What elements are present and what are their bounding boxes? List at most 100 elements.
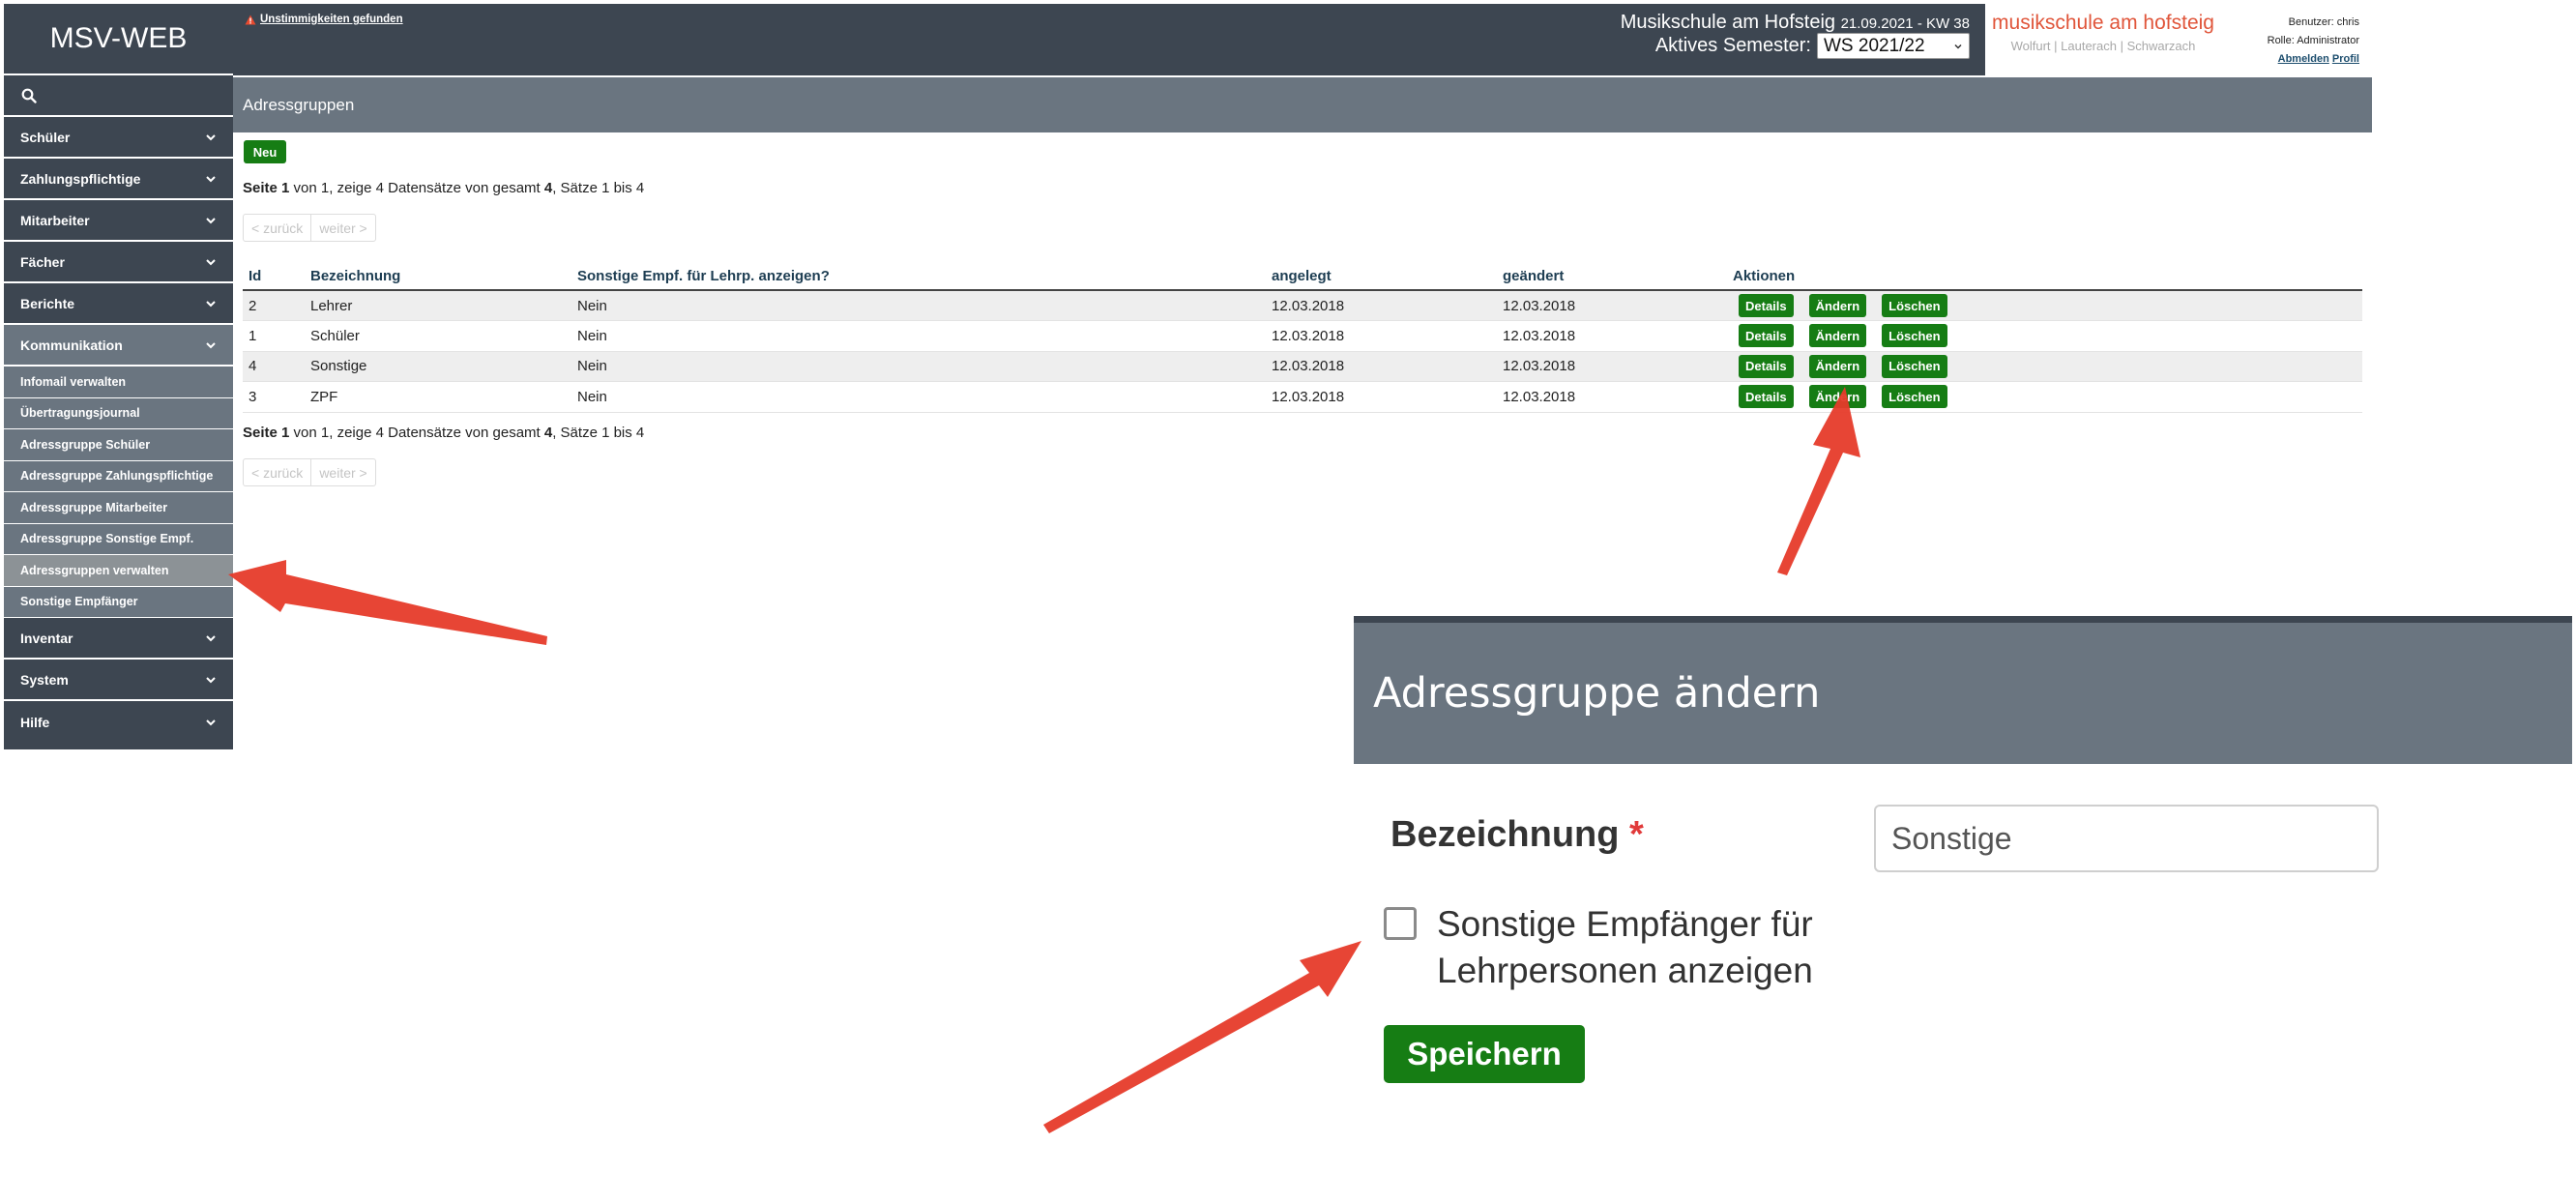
column-header-name[interactable]: Bezeichnung <box>305 263 571 291</box>
user-name: Benutzer: chris <box>2288 16 2359 28</box>
next-page-button[interactable]: weiter > <box>310 459 374 485</box>
prev-page-button[interactable]: < zurück <box>244 459 310 485</box>
delete-button[interactable]: Löschen <box>1882 385 1947 409</box>
table-row: 4 Sonstige Nein 12.03.2018 12.03.2018 De… <box>243 351 2362 382</box>
cell-actions: Details Ändern Löschen <box>1727 320 2362 352</box>
save-button[interactable]: Speichern <box>1384 1025 1585 1083</box>
sidebar-item-inventar[interactable]: Inventar <box>4 618 233 660</box>
page-info-bottom: Seite 1 von 1, zeige 4 Datensätze von ge… <box>243 425 644 441</box>
semester-row: Aktives Semester: WS 2021/22 <box>1655 33 1970 59</box>
details-button[interactable]: Details <box>1739 385 1794 409</box>
sidebar-subitem-infomail[interactable]: Infomail verwalten <box>4 367 233 398</box>
details-button[interactable]: Details <box>1739 294 1794 317</box>
delete-button[interactable]: Löschen <box>1882 324 1947 348</box>
details-button[interactable]: Details <box>1739 324 1794 348</box>
sidebar-item-label: Berichte <box>20 295 75 311</box>
arrow-to-sidebar-item <box>228 560 547 645</box>
show-for-teachers-label[interactable]: Sonstige Empfänger für Lehrpersonen anze… <box>1437 901 1901 994</box>
sidebar-item-mitarbeiter[interactable]: Mitarbeiter <box>4 200 233 242</box>
sidebar-item-hilfe[interactable]: Hilfe <box>4 701 233 743</box>
next-page-button[interactable]: weiter > <box>310 215 374 241</box>
chevron-down-icon <box>206 258 216 265</box>
chevron-down-icon <box>1954 44 1962 49</box>
cell-changed: 12.03.2018 <box>1497 320 1727 352</box>
school-info: Musikschule am Hofsteig 21.09.2021 - KW … <box>1621 12 1970 34</box>
arrow-to-checkbox <box>1043 941 1361 1133</box>
cell-id: 2 <box>243 290 305 321</box>
sidebar: MSV-WEB Schüler Zahlungspflichtige Mitar… <box>4 4 233 749</box>
edit-button[interactable]: Ändern <box>1808 385 1867 409</box>
details-button[interactable]: Details <box>1739 354 1794 378</box>
edit-button[interactable]: Ändern <box>1808 324 1867 348</box>
page-info-range: , Sätze 1 bis 4 <box>552 425 645 441</box>
column-header-id[interactable]: Id <box>243 263 305 291</box>
delete-button[interactable]: Löschen <box>1882 354 1947 378</box>
pager-top: < zurück weiter > <box>243 214 376 242</box>
school-name: Musikschule am Hofsteig <box>1620 12 1836 33</box>
edit-button[interactable]: Ändern <box>1808 354 1867 378</box>
sidebar-item-zahlungspflichtige[interactable]: Zahlungspflichtige <box>4 159 233 200</box>
sidebar-item-berichte[interactable]: Berichte <box>4 283 233 325</box>
cell-id: 4 <box>243 351 305 382</box>
sidebar-subitem-adressgruppe-sonstige[interactable]: Adressgruppe Sonstige Empf. <box>4 523 233 555</box>
cell-name: Sonstige <box>305 351 571 382</box>
sidebar-subitem-sonstige-empfaenger[interactable]: Sonstige Empfänger <box>4 586 233 618</box>
required-mark: * <box>1629 814 1644 855</box>
profile-link[interactable]: Profil <box>2332 53 2359 65</box>
chevron-down-icon <box>206 175 216 182</box>
chevron-down-icon <box>206 341 216 348</box>
arrow-to-edit-button <box>1777 387 1860 575</box>
user-info: Benutzer: chris Rolle: Administrator Abm… <box>2224 14 2359 69</box>
school-logo: musikschule am hofsteig Wolfurt | Lauter… <box>1992 12 2214 53</box>
cell-name: ZPF <box>305 381 571 413</box>
cell-name: Schüler <box>305 320 571 352</box>
sidebar-item-faecher[interactable]: Fächer <box>4 242 233 283</box>
cell-name: Lehrer <box>305 290 571 321</box>
semester-select[interactable]: WS 2021/22 <box>1817 33 1970 59</box>
cell-created: 12.03.2018 <box>1266 320 1497 352</box>
page-info-text: von 1, zeige 4 Datensätze von gesamt <box>289 425 544 441</box>
sidebar-item-schueler[interactable]: Schüler <box>4 117 233 159</box>
delete-button[interactable]: Löschen <box>1882 294 1947 317</box>
edit-button[interactable]: Ändern <box>1808 294 1867 317</box>
cell-flag: Nein <box>571 351 1266 382</box>
name-input[interactable]: Sonstige <box>1874 805 2379 872</box>
sidebar-item-label: Kommunikation <box>20 337 123 353</box>
sidebar-item-kommunikation[interactable]: Kommunikation <box>4 325 233 367</box>
cell-actions: Details Ändern Löschen <box>1727 351 2362 382</box>
page-info-total: 4 <box>543 425 553 441</box>
table-row: 2 Lehrer Nein 12.03.2018 12.03.2018 Deta… <box>243 290 2362 321</box>
column-header-flag[interactable]: Sonstige Empf. für Lehrp. anzeigen? <box>571 263 1266 291</box>
new-button[interactable]: Neu <box>244 140 286 163</box>
logo-subtitle: Wolfurt | Lauterach | Schwarzach <box>2010 39 2196 53</box>
sidebar-subitem-adressgruppe-zahlungspflichtige[interactable]: Adressgruppe Zahlungspflichtige <box>4 460 233 492</box>
table-row: 1 Schüler Nein 12.03.2018 12.03.2018 Det… <box>243 320 2362 352</box>
sidebar-search[interactable] <box>4 75 233 117</box>
chevron-down-icon <box>206 217 216 223</box>
sidebar-subitem-uebertragungsjournal[interactable]: Übertragungsjournal <box>4 397 233 429</box>
warning-link[interactable]: Unstimmigkeiten gefunden <box>245 14 403 25</box>
table-row: 3 ZPF Nein 12.03.2018 12.03.2018 Details… <box>243 381 2362 413</box>
cell-flag: Nein <box>571 320 1266 352</box>
user-role: Rolle: Administrator <box>2267 35 2359 46</box>
sidebar-subitem-adressgruppe-mitarbeiter[interactable]: Adressgruppe Mitarbeiter <box>4 492 233 524</box>
page-info-text: von 1, zeige 4 Datensätze von gesamt <box>289 180 544 196</box>
sidebar-subitem-adressgruppe-schueler[interactable]: Adressgruppe Schüler <box>4 429 233 461</box>
date-week: 21.09.2021 - KW 38 <box>1840 15 1970 32</box>
page-info-top: Seite 1 von 1, zeige 4 Datensätze von ge… <box>243 180 644 196</box>
column-header-changed[interactable]: geändert <box>1497 263 1727 291</box>
cell-flag: Nein <box>571 381 1266 413</box>
prev-page-button[interactable]: < zurück <box>244 215 310 241</box>
page-info-total: 4 <box>543 180 553 196</box>
sidebar-item-system[interactable]: System <box>4 660 233 701</box>
chevron-down-icon <box>206 719 216 725</box>
show-for-teachers-checkbox[interactable] <box>1384 907 1417 940</box>
sidebar-subitem-adressgruppen-verwalten[interactable]: Adressgruppen verwalten <box>4 555 233 587</box>
logout-link[interactable]: Abmelden <box>2278 53 2329 65</box>
page-info-range: , Sätze 1 bis 4 <box>552 180 645 196</box>
column-header-created[interactable]: angelegt <box>1266 263 1497 291</box>
app-brand[interactable]: MSV-WEB <box>4 4 233 75</box>
sidebar-item-label: Mitarbeiter <box>20 212 90 228</box>
sidebar-item-label: Fächer <box>20 253 65 270</box>
cell-created: 12.03.2018 <box>1266 290 1497 321</box>
